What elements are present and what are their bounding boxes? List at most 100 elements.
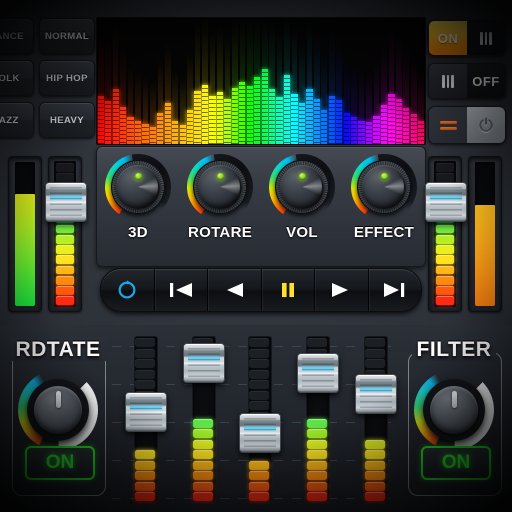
spectrum-bar bbox=[321, 18, 328, 144]
fader-lit-segments bbox=[365, 439, 385, 501]
knob-label: 3D bbox=[128, 224, 148, 241]
equalizer-bars-icon[interactable] bbox=[429, 64, 467, 98]
preset-button-normal[interactable]: NORMAL bbox=[39, 18, 95, 54]
slider-segment bbox=[56, 275, 74, 285]
knob-dial[interactable] bbox=[351, 154, 417, 220]
menu-icon[interactable] bbox=[429, 107, 467, 143]
fader-segment bbox=[249, 481, 269, 491]
knob-effect[interactable]: EFFECT bbox=[347, 154, 421, 241]
spectrum-bar bbox=[142, 18, 149, 144]
bass-power-toggle[interactable]: OFF bbox=[428, 63, 506, 99]
equalizer-bars-icon[interactable] bbox=[467, 21, 505, 55]
equalizer-power-toggle[interactable]: ON bbox=[428, 20, 506, 56]
slider-segment bbox=[436, 224, 454, 234]
fader-segment bbox=[365, 439, 385, 449]
preset-button-hip-hop[interactable]: HIP HOP bbox=[39, 60, 95, 96]
spectrum-bar bbox=[261, 18, 268, 144]
fader-segment bbox=[135, 471, 155, 480]
menu-power-row: ⏻ bbox=[428, 106, 506, 144]
fader-segment bbox=[249, 471, 269, 480]
skip-previous-icon bbox=[168, 281, 194, 299]
equalizer-app: DANCENORMALFOLKHIP HOPJAZZHEAVY ON OFF bbox=[0, 0, 512, 512]
fader-handle[interactable] bbox=[239, 413, 281, 454]
preset-button-folk[interactable]: FOLK bbox=[0, 60, 34, 96]
filter-title-text: FILTER bbox=[411, 338, 497, 361]
filter-on-button[interactable]: ON bbox=[421, 446, 491, 480]
fast-forward-button[interactable] bbox=[315, 269, 369, 311]
preset-button-jazz[interactable]: JAZZ bbox=[0, 102, 34, 138]
spectrum-bar bbox=[417, 18, 425, 144]
spectrum-bar bbox=[283, 18, 291, 144]
fader-segment-empty bbox=[135, 359, 155, 368]
spectrum-bar bbox=[410, 18, 417, 144]
fader-segment-empty bbox=[365, 348, 385, 358]
eq-band-2[interactable] bbox=[180, 332, 226, 508]
rotate-on-button[interactable]: ON bbox=[25, 446, 95, 480]
toggle-off-label[interactable]: OFF bbox=[467, 64, 505, 98]
power-glyph: ⏻ bbox=[479, 115, 493, 135]
knob-dial[interactable] bbox=[105, 154, 171, 220]
next-track-button[interactable] bbox=[369, 269, 422, 311]
fader-segment bbox=[193, 492, 213, 501]
fader-segment bbox=[365, 481, 385, 491]
left-meter-group bbox=[8, 156, 87, 312]
right-level-slider[interactable] bbox=[425, 156, 467, 312]
fader-handle[interactable] bbox=[125, 392, 167, 433]
fader-segment bbox=[365, 450, 385, 459]
spectrum-bar bbox=[186, 18, 194, 144]
slider-segment bbox=[56, 234, 74, 244]
knob-label: EFFECT bbox=[353, 224, 415, 241]
fader-segment bbox=[135, 450, 155, 459]
toggle-on-label[interactable]: ON bbox=[429, 21, 467, 55]
knob-rotare[interactable]: ROTARE bbox=[183, 154, 257, 241]
fader-segment-empty bbox=[135, 369, 155, 379]
knob-vol[interactable]: VOL bbox=[265, 154, 339, 241]
knob-dial[interactable] bbox=[187, 154, 253, 220]
spectrum-bar bbox=[216, 18, 224, 144]
fader-segment bbox=[135, 460, 155, 470]
fader-segment-empty bbox=[249, 390, 269, 400]
fader-segment-empty bbox=[365, 338, 385, 347]
right-vu-meter bbox=[468, 156, 502, 312]
repeat-button[interactable] bbox=[101, 269, 155, 311]
left-slider-handle[interactable] bbox=[45, 182, 87, 223]
knob-led-indicator bbox=[298, 173, 306, 180]
power-icon[interactable]: ⏻ bbox=[467, 107, 505, 143]
spectrum-bar bbox=[149, 18, 157, 144]
fader-handle[interactable] bbox=[183, 342, 225, 383]
spectrum-bar bbox=[365, 18, 373, 144]
eq-band-3[interactable] bbox=[236, 332, 282, 508]
right-slider-handle[interactable] bbox=[425, 182, 467, 223]
fader-segment bbox=[307, 429, 327, 438]
previous-track-button[interactable] bbox=[155, 269, 208, 311]
fader-segment bbox=[307, 460, 327, 470]
fader-segment bbox=[135, 492, 155, 501]
rotate-module: RDTATE ON bbox=[6, 338, 110, 498]
rewind-button[interactable] bbox=[208, 269, 262, 311]
filter-knob[interactable] bbox=[414, 370, 494, 450]
spectrum-bar bbox=[179, 18, 186, 144]
slider-segment bbox=[56, 163, 74, 172]
knob-3d[interactable]: 3D bbox=[101, 154, 175, 241]
fader-handle[interactable] bbox=[297, 353, 339, 394]
eq-band-1[interactable] bbox=[122, 332, 168, 508]
spectrum-bar bbox=[328, 18, 335, 144]
rewind-icon bbox=[223, 281, 245, 299]
left-level-slider[interactable] bbox=[45, 156, 87, 312]
fader-handle[interactable] bbox=[355, 374, 397, 415]
pause-button[interactable] bbox=[262, 269, 315, 311]
preset-button-dance[interactable]: DANCE bbox=[0, 18, 34, 54]
knob-led-indicator bbox=[380, 173, 388, 180]
filter-module: FILTER ON bbox=[402, 338, 506, 498]
preset-button-heavy[interactable]: HEAVY bbox=[39, 102, 95, 138]
eq-band-5[interactable] bbox=[352, 332, 398, 508]
spectrum-bar bbox=[336, 18, 343, 144]
knob-dial[interactable] bbox=[269, 154, 335, 220]
spectrum-bar bbox=[104, 18, 112, 144]
slider-segment bbox=[56, 245, 74, 254]
spectrum-analyzer[interactable] bbox=[96, 17, 426, 145]
eq-band-4[interactable] bbox=[294, 332, 340, 508]
knob-led-indicator bbox=[216, 173, 224, 180]
rotate-knob[interactable] bbox=[18, 370, 98, 450]
fader-segment bbox=[193, 429, 213, 438]
